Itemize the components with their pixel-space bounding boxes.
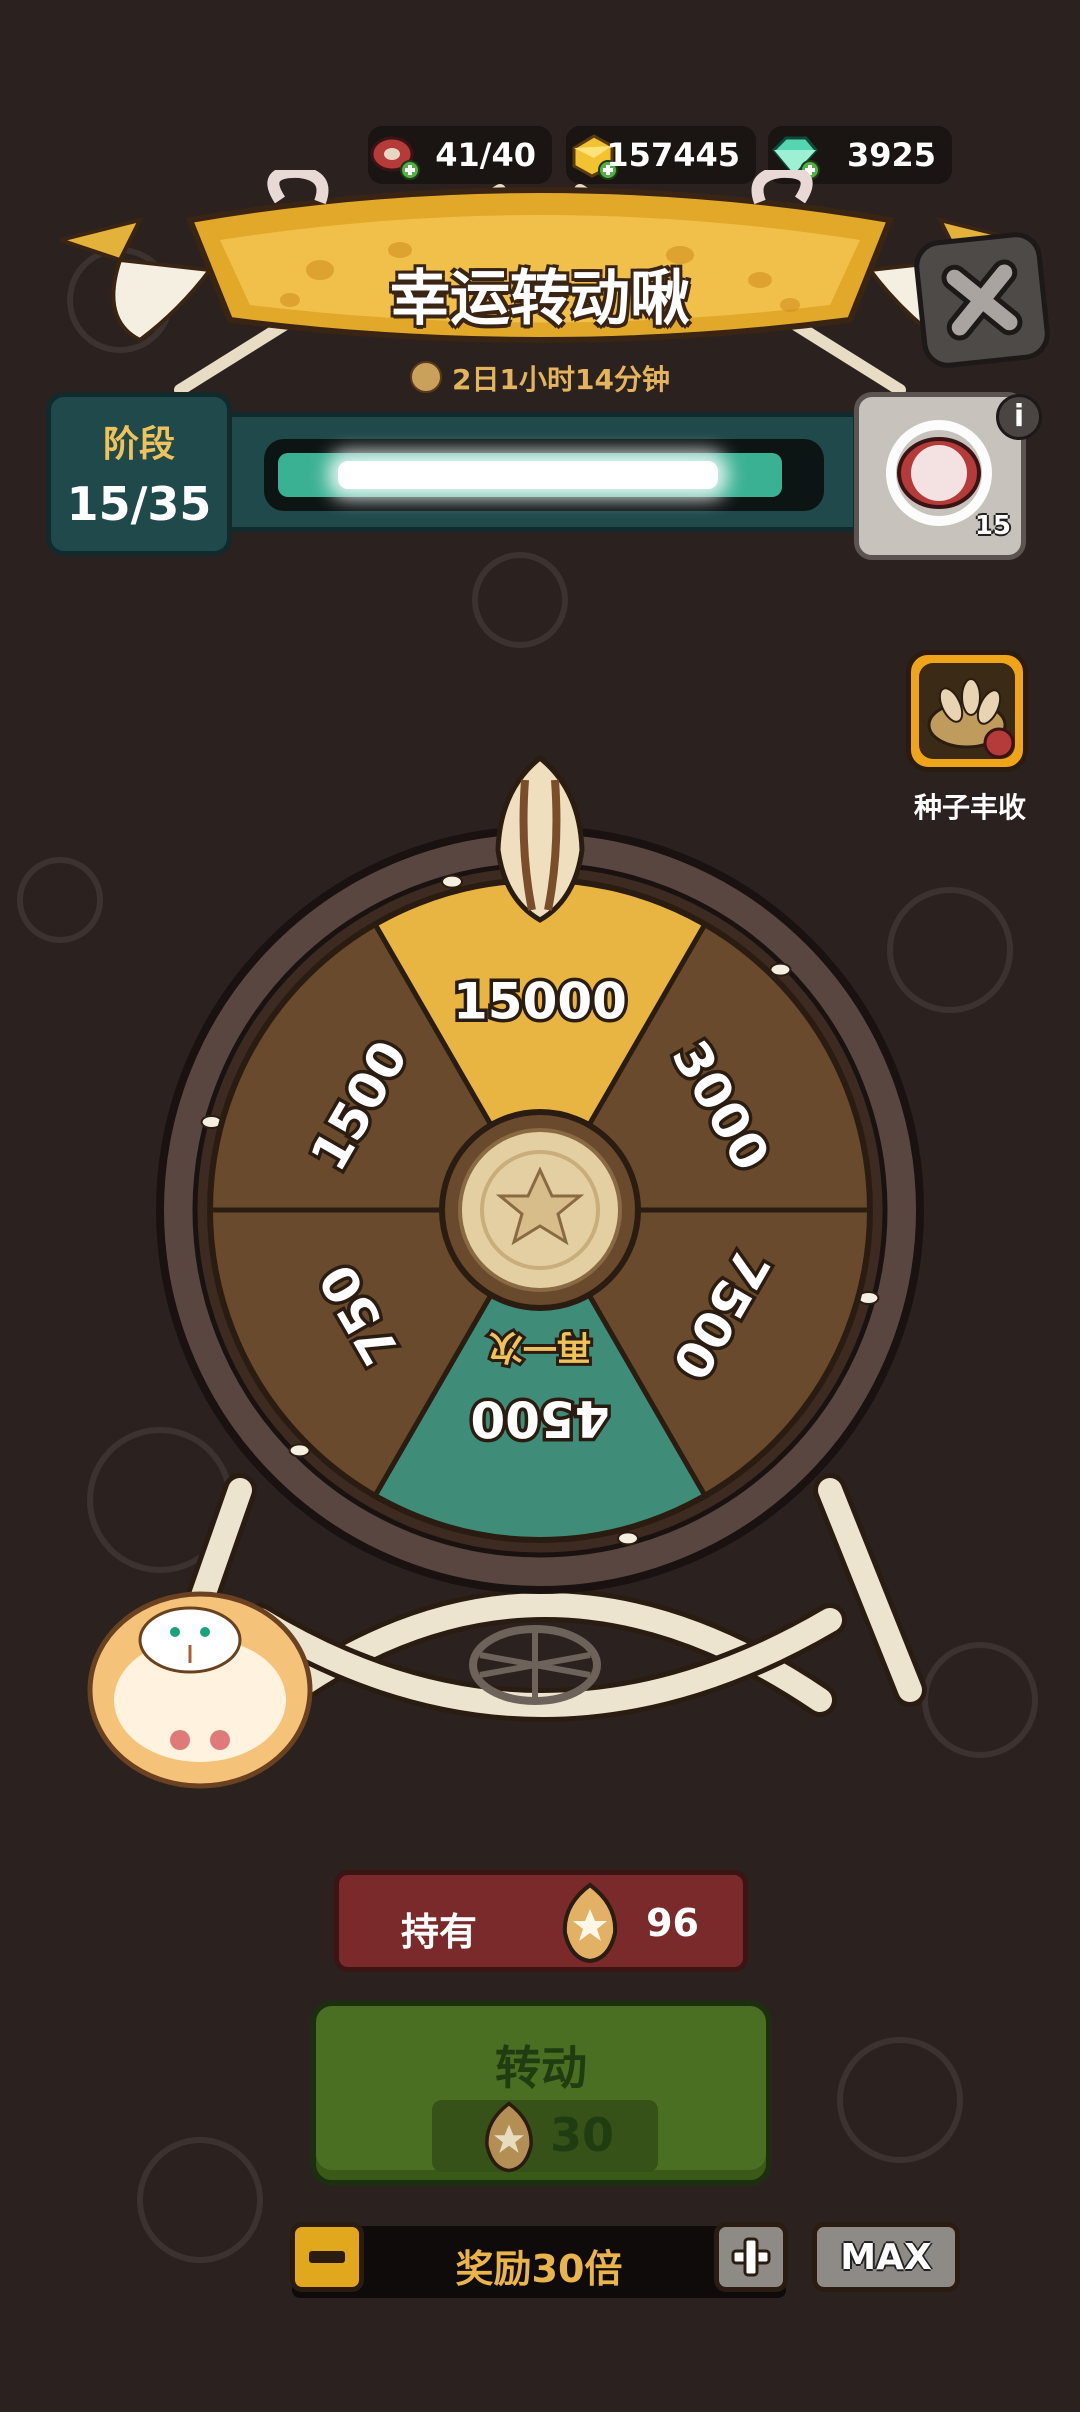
stage-box: 阶段 15/35 — [46, 392, 232, 556]
wheel-segment-value: 15000 — [453, 973, 627, 1031]
wheel-segment-tag: 再一次 — [489, 1327, 591, 1367]
info-icon: i — [1013, 399, 1025, 434]
stage-progress — [232, 412, 858, 532]
timer-text: 2日1小时14分钟 — [452, 363, 670, 396]
held-label: 持有 — [401, 1910, 478, 1954]
multiplier-minus-button[interactable] — [290, 2222, 364, 2292]
rim-tooth — [441, 874, 464, 889]
held-seeds-panel: 持有 96 — [334, 1870, 748, 1972]
close-icon — [941, 259, 1023, 341]
info-button[interactable]: i — [996, 394, 1042, 440]
plus-icon — [731, 2237, 771, 2277]
progress-glow — [338, 461, 718, 489]
clock-icon — [410, 361, 443, 393]
close-button[interactable] — [911, 229, 1053, 371]
progress-fill — [278, 453, 782, 497]
minus-icon — [309, 2251, 345, 2263]
multiplier-label: 奖励30倍 — [455, 2247, 623, 2291]
seed-cost-icon — [485, 2101, 533, 2173]
currency-meat-value: 41/40 — [435, 136, 536, 174]
mascot-creature — [87, 1591, 313, 1789]
progress-track — [264, 439, 824, 511]
stage-value: 15/35 — [66, 477, 212, 531]
multiplier-bar: 奖励30倍 — [292, 2226, 786, 2298]
spin-button[interactable]: 转动 30 — [310, 2000, 772, 2186]
max-button[interactable]: MAX — [812, 2222, 960, 2292]
currency-gold-value: 157445 — [606, 136, 740, 174]
spin-label: 转动 — [495, 2041, 587, 2095]
max-label: MAX — [840, 2237, 932, 2278]
held-count: 96 — [646, 1901, 699, 1945]
multiplier-plus-button[interactable] — [714, 2222, 788, 2292]
wheel-segment-value: 4500 — [470, 1390, 609, 1448]
spin-cost-value: 30 — [550, 2108, 615, 2162]
spin-cost: 30 — [432, 2100, 658, 2173]
seed-icon — [562, 1882, 618, 1964]
currency-gem-value: 3925 — [846, 136, 936, 174]
rim-tooth — [616, 1531, 639, 1546]
stage-label: 阶段 — [102, 424, 175, 465]
stage-reward-count: 15 — [974, 511, 1011, 541]
